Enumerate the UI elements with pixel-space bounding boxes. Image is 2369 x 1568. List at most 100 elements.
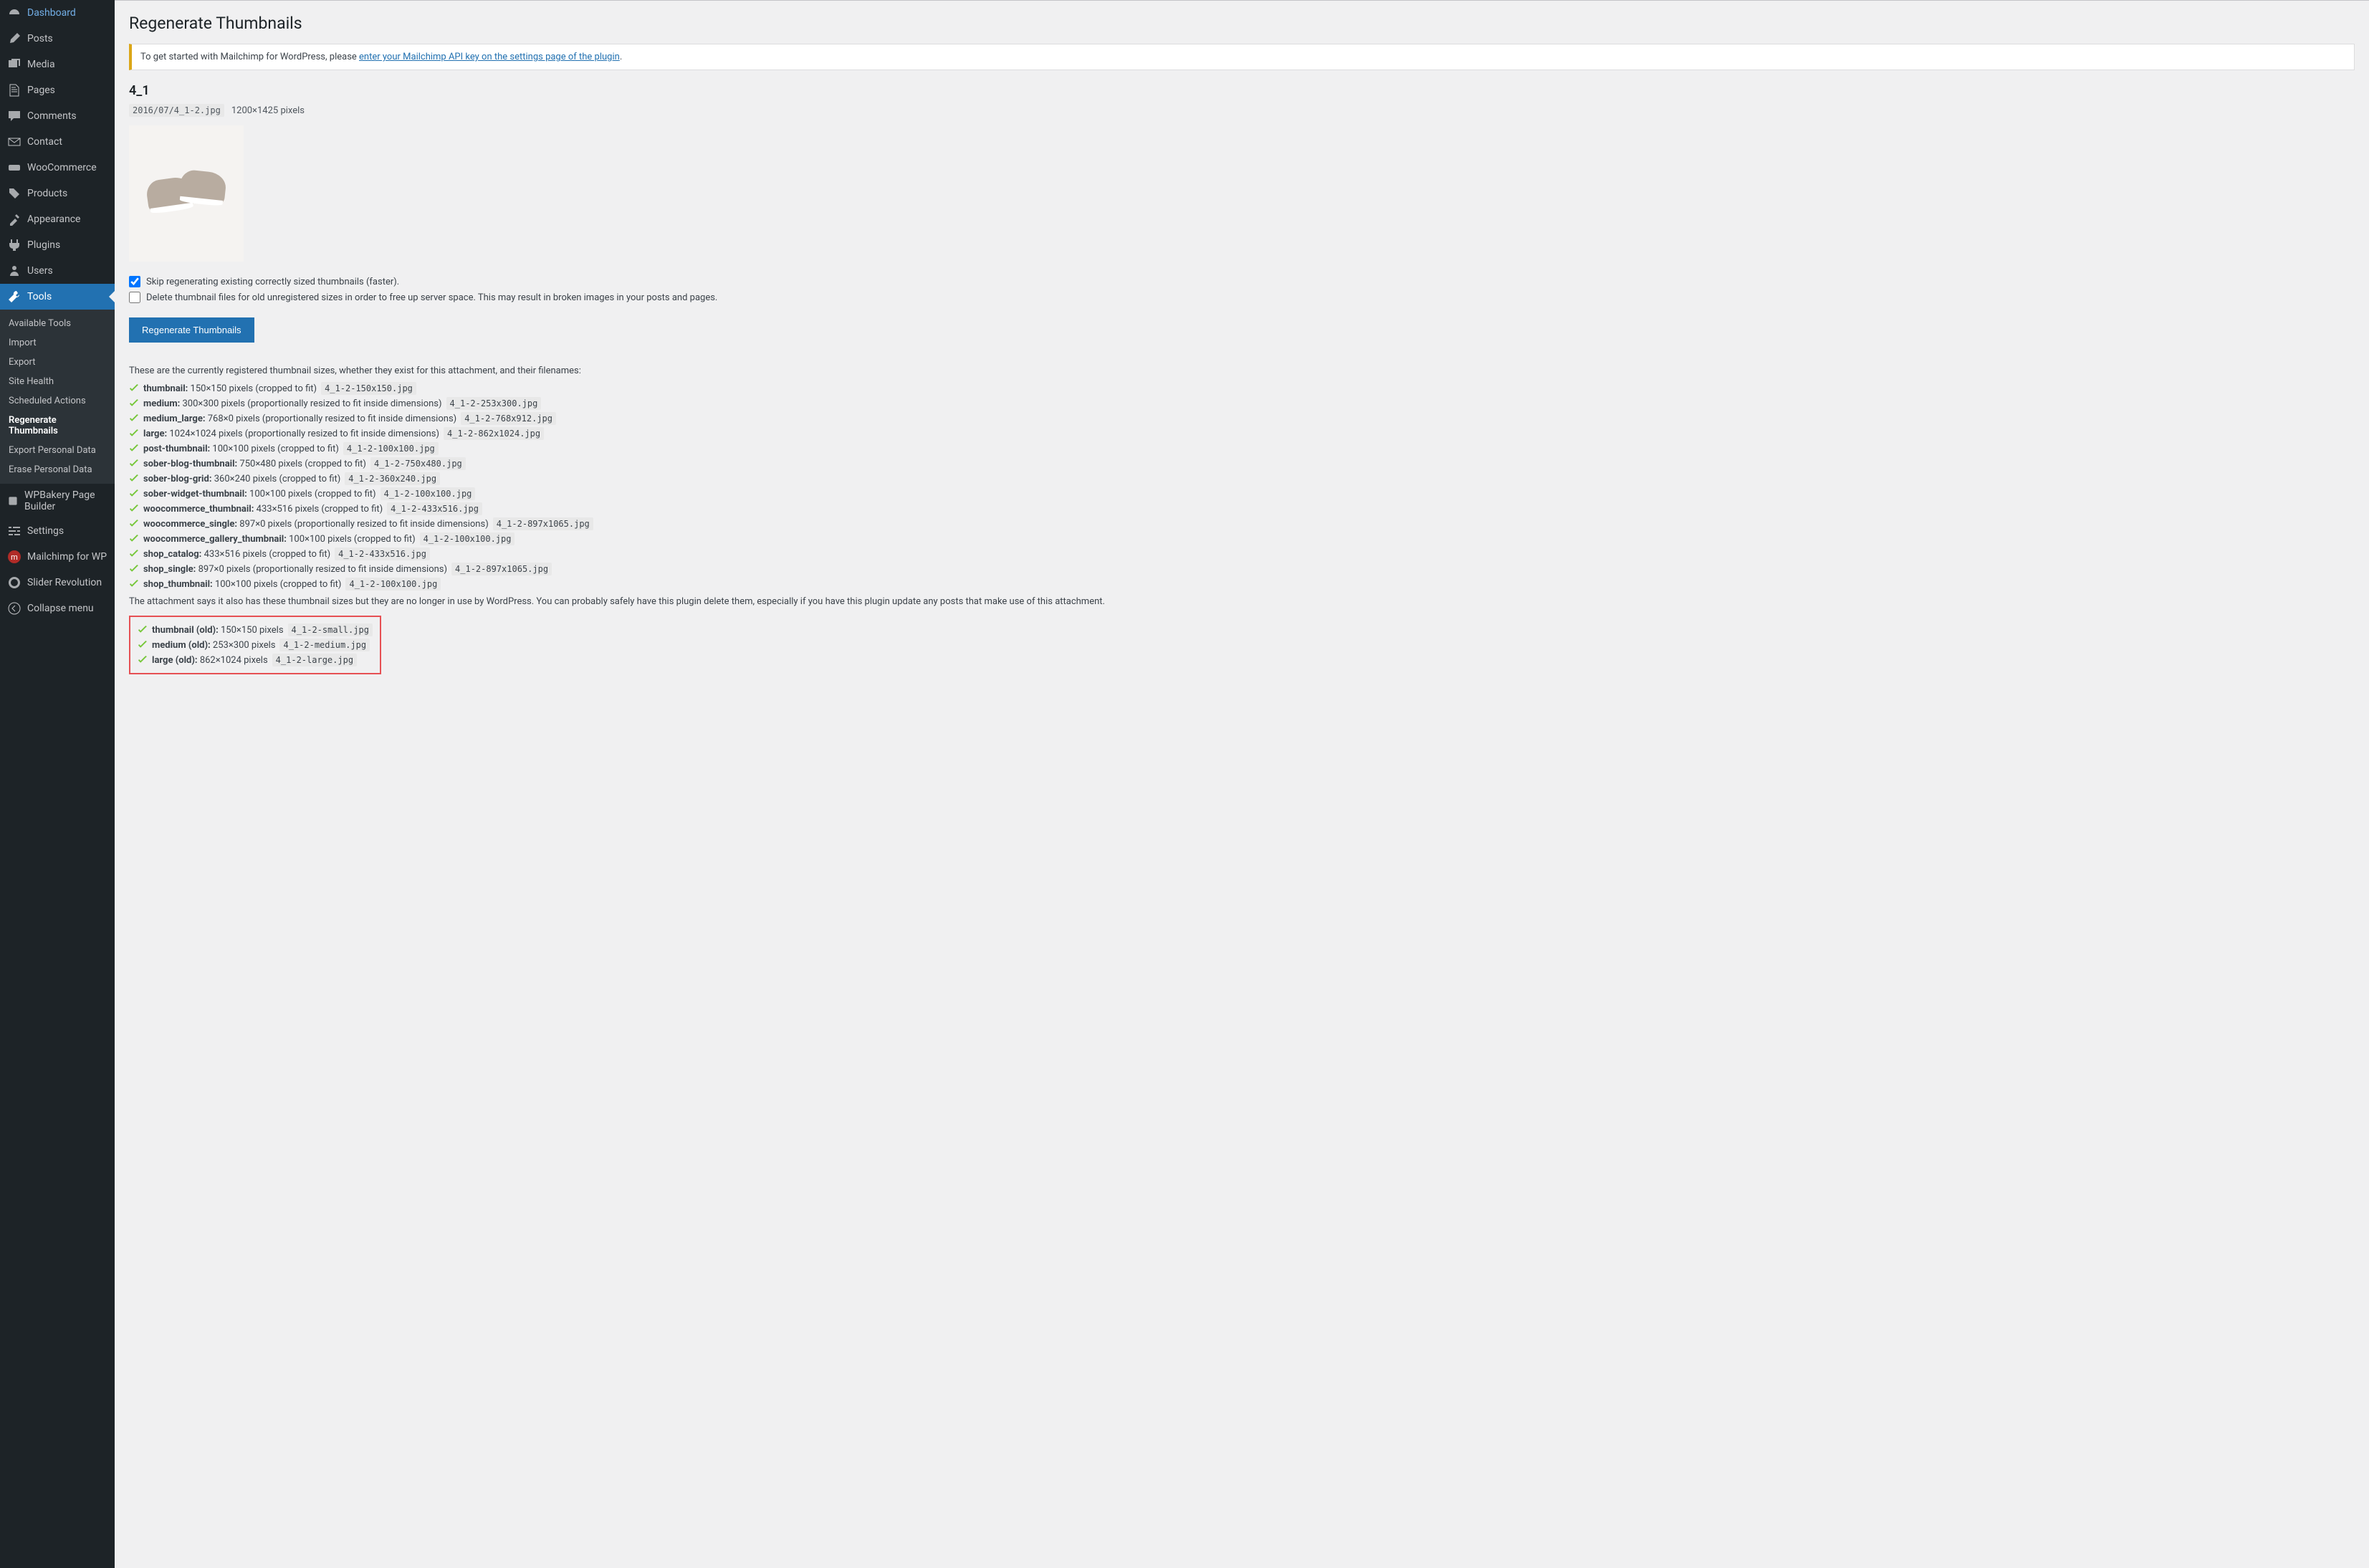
wpbakery-icon bbox=[7, 494, 19, 508]
skip-existing-checkbox[interactable] bbox=[129, 276, 140, 287]
size-filename: 4_1-2-100x100.jpg bbox=[381, 487, 476, 500]
thumbnail-preview bbox=[129, 125, 244, 262]
check-icon bbox=[129, 519, 139, 529]
size-filename: 4_1-2-medium.jpg bbox=[279, 639, 370, 651]
sidebar-item-label: Collapse menu bbox=[27, 603, 94, 614]
size-filename: 4_1-2-897x1065.jpg bbox=[451, 563, 552, 575]
registered-sizes-intro: These are the currently registered thumb… bbox=[129, 365, 2355, 376]
page-title: Regenerate Thumbnails bbox=[129, 14, 2355, 33]
size-filename: 4_1-2-360x240.jpg bbox=[345, 472, 440, 485]
size-text: medium: 300×300 pixels (proportionally r… bbox=[143, 398, 442, 409]
unused-sizes-box: thumbnail (old): 150×150 pixels 4_1-2-sm… bbox=[129, 616, 381, 674]
size-text: medium (old): 253×300 pixels bbox=[152, 640, 275, 651]
check-icon bbox=[129, 444, 139, 454]
admin-sidebar: Dashboard PostsMediaPagesCommentsContact W… bbox=[0, 0, 115, 1568]
sidebar-item-users[interactable]: Users bbox=[0, 258, 115, 284]
submenu-item-site-health[interactable]: Site Health bbox=[0, 372, 115, 391]
delete-old-checkbox[interactable] bbox=[129, 292, 140, 303]
sidebar-item-tools[interactable]: Tools bbox=[0, 284, 115, 310]
comments-icon bbox=[7, 109, 21, 123]
size-text: medium_large: 768×0 pixels (proportional… bbox=[143, 413, 456, 424]
check-icon bbox=[129, 398, 139, 408]
size-row: woocommerce_thumbnail: 433×516 pixels (c… bbox=[129, 502, 2355, 515]
attachment-title: 4_1 bbox=[129, 83, 2355, 98]
check-icon bbox=[129, 459, 139, 469]
tools-icon bbox=[7, 290, 21, 304]
size-filename: 4_1-2-862x1024.jpg bbox=[444, 427, 544, 440]
submenu-item-export[interactable]: Export bbox=[0, 353, 115, 372]
size-row: medium (old): 253×300 pixels 4_1-2-mediu… bbox=[138, 639, 373, 651]
sidebar-item-appearance[interactable]: Appearance bbox=[0, 206, 115, 232]
notice-text-prefix: To get started with Mailchimp for WordPr… bbox=[140, 52, 359, 62]
check-icon bbox=[138, 640, 148, 650]
sidebar-item-label: Users bbox=[27, 265, 53, 277]
size-text: woocommerce_thumbnail: 433×516 pixels (c… bbox=[143, 504, 383, 515]
size-text: shop_thumbnail: 100×100 pixels (cropped … bbox=[143, 579, 341, 590]
sidebar-item-label: Dashboard bbox=[27, 7, 76, 19]
sidebar-item-label: WooCommerce bbox=[27, 162, 97, 173]
check-icon bbox=[129, 579, 139, 589]
sidebar-item-settings[interactable]: Settings bbox=[0, 518, 115, 544]
size-text: post-thumbnail: 100×100 pixels (cropped … bbox=[143, 444, 339, 454]
size-filename: 4_1-2-433x516.jpg bbox=[387, 502, 482, 515]
size-text: large (old): 862×1024 pixels bbox=[152, 655, 268, 666]
size-text: thumbnail (old): 150×150 pixels bbox=[152, 625, 284, 636]
sidebar-item-dashboard[interactable]: Dashboard bbox=[0, 0, 115, 26]
size-text: sober-blog-thumbnail: 750×480 pixels (cr… bbox=[143, 459, 366, 469]
size-row: post-thumbnail: 100×100 pixels (cropped … bbox=[129, 442, 2355, 455]
sidebar-item-posts[interactable]: Posts bbox=[0, 26, 115, 52]
collapse-icon bbox=[7, 601, 21, 616]
sidebar-item-plugins[interactable]: Plugins bbox=[0, 232, 115, 258]
size-row: thumbnail (old): 150×150 pixels 4_1-2-sm… bbox=[138, 623, 373, 636]
notice-link[interactable]: enter your Mailchimp API key on the sett… bbox=[359, 52, 620, 62]
size-text: woocommerce_single: 897×0 pixels (propor… bbox=[143, 519, 489, 530]
size-row: sober-blog-thumbnail: 750×480 pixels (cr… bbox=[129, 457, 2355, 470]
tools-submenu: Available ToolsImportExportSite HealthSc… bbox=[0, 310, 115, 484]
submenu-item-regenerate-thumbnails[interactable]: Regenerate Thumbnails bbox=[0, 411, 115, 441]
size-row: woocommerce_gallery_thumbnail: 100×100 p… bbox=[129, 532, 2355, 545]
sidebar-item-contact[interactable]: Contact bbox=[0, 129, 115, 155]
woo-icon bbox=[7, 161, 21, 175]
check-icon bbox=[138, 655, 148, 665]
sidebar-item-label: Settings bbox=[27, 525, 64, 537]
sidebar-item-wpbakery-page-builder[interactable]: WPBakery Page Builder bbox=[0, 484, 115, 518]
sidebar-item-collapse-menu[interactable]: Collapse menu bbox=[0, 596, 115, 621]
size-text: thumbnail: 150×150 pixels (cropped to fi… bbox=[143, 383, 317, 394]
settings-icon bbox=[7, 524, 21, 538]
submenu-item-import[interactable]: Import bbox=[0, 333, 115, 353]
mailchimp-notice: To get started with Mailchimp for WordPr… bbox=[129, 44, 2355, 70]
submenu-item-scheduled-actions[interactable]: Scheduled Actions bbox=[0, 391, 115, 411]
attachment-path: 2016/07/4_1-2.jpg bbox=[129, 104, 224, 117]
regenerate-button[interactable]: Regenerate Thumbnails bbox=[129, 317, 254, 343]
sidebar-item-mailchimp-for-wp[interactable]: mMailchimp for WP bbox=[0, 544, 115, 570]
check-icon bbox=[129, 534, 139, 544]
submenu-item-erase-personal-data[interactable]: Erase Personal Data bbox=[0, 460, 115, 479]
posts-icon bbox=[7, 32, 21, 46]
submenu-item-available-tools[interactable]: Available Tools bbox=[0, 314, 115, 333]
check-icon bbox=[129, 383, 139, 393]
size-row: shop_single: 897×0 pixels (proportionall… bbox=[129, 563, 2355, 575]
media-icon bbox=[7, 57, 21, 72]
submenu-item-export-personal-data[interactable]: Export Personal Data bbox=[0, 441, 115, 460]
size-filename: 4_1-2-150x150.jpg bbox=[321, 382, 416, 395]
sidebar-item-woocommerce[interactable]: WooCommerce bbox=[0, 155, 115, 181]
check-icon bbox=[129, 413, 139, 424]
size-row: shop_thumbnail: 100×100 pixels (cropped … bbox=[129, 578, 2355, 591]
size-text: large: 1024×1024 pixels (proportionally … bbox=[143, 429, 439, 439]
size-filename: 4_1-2-253x300.jpg bbox=[446, 397, 542, 410]
size-text: shop_single: 897×0 pixels (proportionall… bbox=[143, 564, 447, 575]
sidebar-item-pages[interactable]: Pages bbox=[0, 77, 115, 103]
sidebar-item-slider-revolution[interactable]: Slider Revolution bbox=[0, 570, 115, 596]
sidebar-item-media[interactable]: Media bbox=[0, 52, 115, 77]
size-text: woocommerce_gallery_thumbnail: 100×100 p… bbox=[143, 534, 416, 545]
check-icon bbox=[129, 489, 139, 499]
size-filename: 4_1-2-100x100.jpg bbox=[345, 578, 441, 591]
size-row: medium: 300×300 pixels (proportionally r… bbox=[129, 397, 2355, 410]
skip-existing-label: Skip regenerating existing correctly siz… bbox=[146, 277, 399, 287]
size-text: sober-widget-thumbnail: 100×100 pixels (… bbox=[143, 489, 376, 499]
unused-sizes-intro: The attachment says it also has these th… bbox=[129, 596, 2355, 607]
sidebar-item-comments[interactable]: Comments bbox=[0, 103, 115, 129]
mailchimp-icon: m bbox=[7, 550, 21, 564]
sidebar-item-products[interactable]: Products bbox=[0, 181, 115, 206]
size-filename: 4_1-2-small.jpg bbox=[288, 623, 373, 636]
